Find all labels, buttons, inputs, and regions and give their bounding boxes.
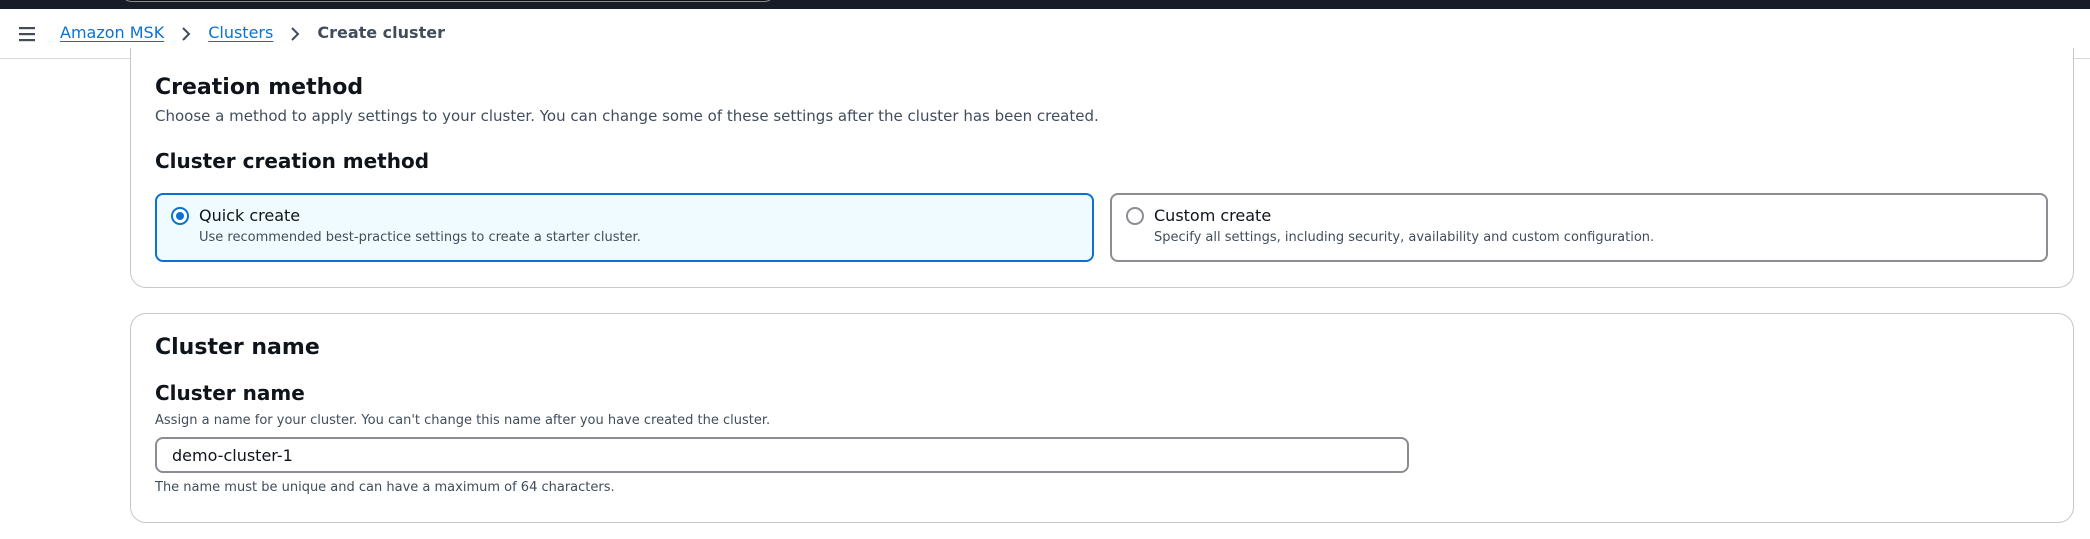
custom-create-description: Specify all settings, including security… <box>1154 230 1655 245</box>
quick-create-label: Quick create <box>199 206 301 225</box>
global-search-input[interactable] <box>120 0 776 2</box>
cluster-name-field-label: Cluster name <box>155 381 305 405</box>
creation-method-title: Creation method <box>155 75 364 100</box>
chevron-right-icon <box>289 26 301 41</box>
creation-method-panel: Creation method Choose a method to apply… <box>130 48 2074 288</box>
cluster-name-title: Cluster name <box>155 335 320 360</box>
custom-create-label: Custom create <box>1154 206 1272 225</box>
hamburger-menu-icon[interactable] <box>18 25 38 43</box>
cluster-name-input[interactable] <box>155 437 1409 473</box>
breadcrumb-link-clusters[interactable]: Clusters <box>208 23 273 42</box>
chevron-right-icon <box>180 26 192 41</box>
cluster-name-constraint: The name must be unique and can have a m… <box>155 480 615 495</box>
quick-create-description: Use recommended best-practice settings t… <box>199 230 641 245</box>
cluster-creation-method-label: Cluster creation method <box>155 149 430 173</box>
cluster-name-panel: Cluster name Cluster name Assign a name … <box>130 313 2074 523</box>
breadcrumb-current: Create cluster <box>317 23 445 42</box>
cluster-name-field-description: Assign a name for your cluster. You can'… <box>155 413 771 428</box>
quick-create-radio[interactable] <box>171 207 189 225</box>
breadcrumb-link-amazon-msk[interactable]: Amazon MSK <box>60 23 164 42</box>
top-navigation-bar <box>0 0 2090 9</box>
quick-create-option[interactable]: Quick create Use recommended best-practi… <box>155 193 1094 262</box>
custom-create-radio[interactable] <box>1126 207 1144 225</box>
breadcrumb: Amazon MSK Clusters Create cluster <box>60 23 445 42</box>
custom-create-option[interactable]: Custom create Specify all settings, incl… <box>1110 193 2048 262</box>
creation-method-description: Choose a method to apply settings to you… <box>155 107 1099 125</box>
